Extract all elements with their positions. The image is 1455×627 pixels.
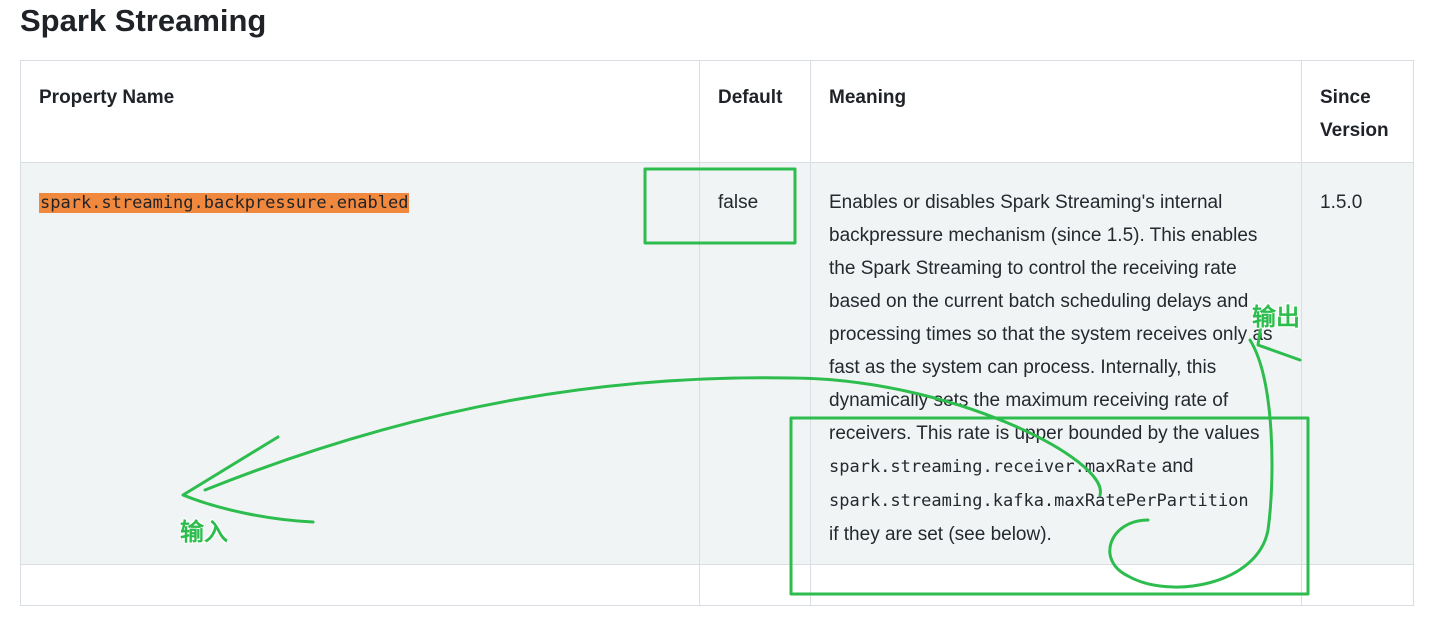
page-title: Spark Streaming: [20, 3, 267, 38]
table-header-row: Property Name Default Meaning Since Versi…: [20, 60, 1414, 163]
code-kafka-maxrate: spark.streaming.kafka.maxRatePerPartitio…: [829, 491, 1249, 511]
header-since-line2: Version: [1320, 120, 1389, 141]
config-table: Property Name Default Meaning Since Versi…: [20, 60, 1414, 606]
header-default: Default: [699, 60, 811, 163]
property-code: spark.streaming.backpressure.enabled: [39, 193, 410, 213]
header-since-version: Since Version: [1301, 60, 1414, 163]
code-receiver-maxrate: spark.streaming.receiver.maxRate: [829, 457, 1157, 477]
table-row-next: [20, 564, 1414, 606]
header-property-name: Property Name: [20, 60, 700, 163]
meaning-text: Enables or disables Spark Streaming's in…: [829, 192, 1273, 444]
cell-meaning: Enables or disables Spark Streaming's in…: [810, 162, 1302, 565]
header-meaning: Meaning: [810, 60, 1302, 163]
tail-text: if they are set (see below).: [829, 524, 1052, 545]
cell-default: false: [699, 162, 811, 565]
table-row: spark.streaming.backpressure.enabled fal…: [20, 162, 1414, 565]
input-annotation-label: 输入: [180, 518, 228, 546]
cell-property: spark.streaming.backpressure.enabled: [20, 162, 700, 565]
header-since-line1: Since: [1320, 87, 1371, 108]
cell-since: 1.5.0: [1301, 162, 1414, 565]
and-text: and: [1161, 456, 1194, 477]
output-annotation-label: 输出: [1252, 303, 1300, 331]
